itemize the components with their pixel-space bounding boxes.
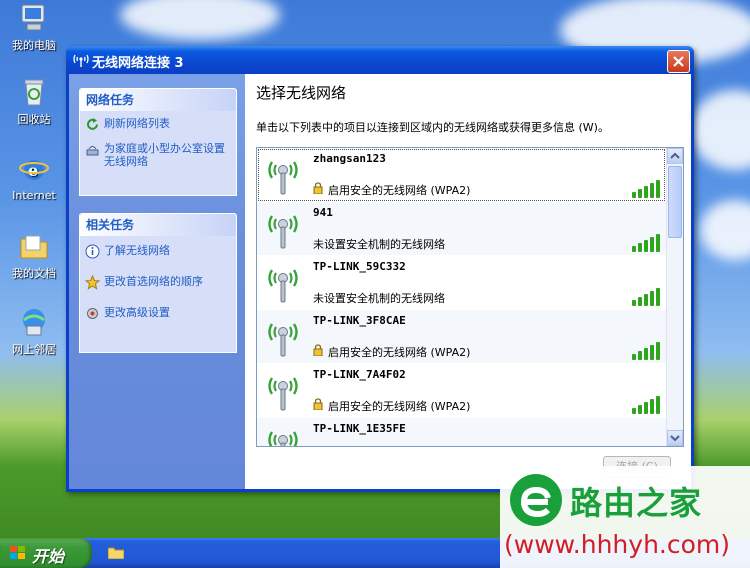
watermark-logo-icon — [508, 472, 564, 528]
network-ssid: TP-LINK_7A4F02 — [313, 368, 406, 381]
cloud-decoration — [120, 0, 280, 40]
signal-strength-icon — [632, 340, 662, 360]
signal-strength-icon — [632, 178, 662, 198]
network-row[interactable]: zhangsan123 启用安全的无线网络 (WPA2) — [257, 148, 666, 202]
related-tasks-header[interactable]: 相关任务 — [80, 214, 236, 236]
wireless-antenna-icon — [265, 426, 301, 446]
my-documents-icon — [18, 230, 50, 262]
change-preferred-order-link[interactable]: 更改首选网络的顺序 — [80, 269, 236, 294]
setup-wireless-network-link[interactable]: 为家庭或小型办公室设置无线网络 — [80, 136, 236, 174]
network-rows: zhangsan123 启用安全的无线网络 (WPA2) 941 未设置安全机制的无线… — [257, 148, 666, 446]
network-list[interactable]: zhangsan123 启用安全的无线网络 (WPA2) 941 未设置安全机制的无线… — [256, 147, 684, 447]
setup-wireless-network-label: 为家庭或小型办公室设置无线网络 — [104, 142, 225, 168]
signal-strength-icon — [632, 232, 662, 252]
internet-explorer-icon: e — [18, 154, 50, 186]
network-ssid: TP-LINK_3F8CAE — [313, 314, 406, 327]
learn-wireless-label: 了解无线网络 — [104, 244, 170, 257]
network-security-status: 未设置安全机制的无线网络 — [313, 238, 445, 251]
network-tasks-header[interactable]: 网络任务 — [80, 89, 236, 111]
network-ssid: TP-LINK_1E35FE — [313, 422, 406, 435]
lock-icon — [313, 344, 323, 357]
chevron-up-icon — [670, 152, 680, 159]
my-computer-icon — [18, 2, 50, 34]
network-ssid: TP-LINK_59C332 — [313, 260, 406, 273]
main-panel: 选择无线网络 单击以下列表中的项目以连接到区域内的无线网络或获得更多信息 (W)… — [245, 74, 691, 489]
network-row[interactable]: TP-LINK_59C332 未设置安全机制的无线网络 — [257, 256, 666, 310]
desktop-icon-recycle-bin[interactable]: 回收站 — [2, 76, 66, 127]
star-icon — [84, 274, 101, 290]
refresh-icon — [85, 117, 100, 132]
window-client-area: 网络任务 刷新网络列表 为家庭或小型办公室设置无线网络 相关任务 了解无线网络 … — [69, 74, 691, 489]
task-pane: 网络任务 刷新网络列表 为家庭或小型办公室设置无线网络 相关任务 了解无线网络 … — [69, 74, 245, 489]
wireless-antenna-icon — [265, 372, 301, 412]
learn-wireless-link[interactable]: 了解无线网络 — [80, 238, 236, 263]
windows-flag-icon — [10, 546, 26, 560]
window-titlebar[interactable]: 无线网络连接 3 — [66, 46, 694, 74]
wireless-icon — [72, 52, 90, 68]
wireless-connection-window: 无线网络连接 3 网络任务 刷新网络列表 为家庭或小型办公室设置无线网络 相关任… — [66, 46, 694, 492]
setup-wizard-icon — [85, 142, 100, 157]
network-row[interactable]: 941 未设置安全机制的无线网络 — [257, 202, 666, 256]
chevron-down-icon — [670, 435, 680, 442]
watermark: 路由之家 (www.hhhyh.com) — [500, 466, 750, 568]
desktop-icon-my-computer[interactable]: 我的电脑 — [2, 2, 66, 53]
lock-icon — [313, 398, 323, 411]
network-row[interactable]: TP-LINK_1E35FE — [257, 418, 666, 446]
network-ssid: 941 — [313, 206, 333, 219]
scroll-down-button[interactable] — [667, 430, 683, 446]
wireless-antenna-icon — [265, 156, 301, 196]
watermark-brand: 路由之家 — [570, 484, 703, 522]
network-security-status: 启用安全的无线网络 (WPA2) — [328, 346, 471, 359]
wireless-antenna-icon — [265, 264, 301, 304]
desktop-icon-label: 我的电脑 — [12, 39, 56, 52]
page-title: 选择无线网络 — [256, 84, 347, 102]
desktop-icon-label: 回收站 — [17, 113, 51, 126]
start-button[interactable]: 开始 — [0, 538, 92, 568]
network-tasks-panel: 网络任务 刷新网络列表 为家庭或小型办公室设置无线网络 — [79, 88, 237, 196]
instruction-text: 单击以下列表中的项目以连接到区域内的无线网络或获得更多信息 (W)。 — [256, 121, 609, 134]
desktop-icon-label: 网上邻居 — [12, 343, 56, 356]
related-tasks-panel: 相关任务 了解无线网络 更改首选网络的顺序 更改高级设置 — [79, 213, 237, 353]
desktop-icon-network-places[interactable]: 网上邻居 — [2, 306, 66, 357]
settings-icon — [85, 306, 100, 321]
scroll-thumb[interactable] — [668, 166, 682, 238]
change-advanced-settings-label: 更改高级设置 — [104, 306, 170, 319]
close-button[interactable] — [667, 50, 690, 73]
folder-icon[interactable] — [107, 546, 125, 560]
wireless-antenna-icon — [265, 318, 301, 358]
info-icon — [85, 244, 100, 259]
signal-strength-icon — [632, 394, 662, 414]
network-ssid: zhangsan123 — [313, 152, 386, 165]
cloud-decoration — [700, 200, 750, 260]
desktop-icon-label: Internet — [12, 189, 56, 202]
close-icon — [673, 56, 684, 67]
scroll-up-button[interactable] — [667, 148, 683, 164]
refresh-network-list-link[interactable]: 刷新网络列表 — [80, 111, 236, 136]
window-title: 无线网络连接 3 — [92, 56, 184, 71]
desktop-icon-internet[interactable]: e Internet — [2, 154, 66, 202]
desktop-icon-my-documents[interactable]: 我的文档 — [2, 230, 66, 281]
refresh-network-list-label: 刷新网络列表 — [104, 117, 170, 130]
desktop-icon-label: 我的文档 — [12, 267, 56, 280]
lock-icon — [313, 182, 323, 195]
network-security-status: 启用安全的无线网络 (WPA2) — [328, 400, 471, 413]
network-security-status: 启用安全的无线网络 (WPA2) — [328, 184, 471, 197]
network-row[interactable]: TP-LINK_3F8CAE 启用安全的无线网络 (WPA2) — [257, 310, 666, 364]
start-label: 开始 — [32, 547, 65, 566]
network-places-icon — [18, 306, 50, 338]
change-preferred-order-label: 更改首选网络的顺序 — [104, 275, 203, 288]
watermark-url: (www.hhhyh.com) — [504, 530, 731, 559]
cloud-decoration — [690, 90, 750, 170]
recycle-bin-icon — [18, 76, 50, 108]
scrollbar[interactable] — [666, 148, 683, 446]
signal-strength-icon — [632, 286, 662, 306]
change-advanced-settings-link[interactable]: 更改高级设置 — [80, 300, 236, 325]
wireless-antenna-icon — [265, 210, 301, 250]
network-row[interactable]: TP-LINK_7A4F02 启用安全的无线网络 (WPA2) — [257, 364, 666, 418]
network-security-status: 未设置安全机制的无线网络 — [313, 292, 445, 305]
